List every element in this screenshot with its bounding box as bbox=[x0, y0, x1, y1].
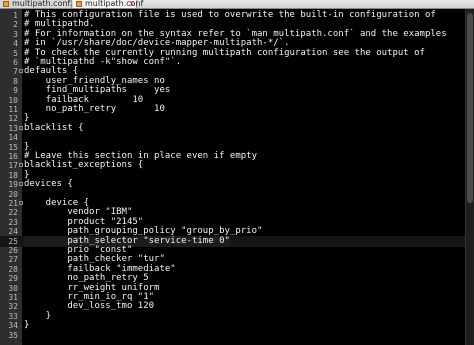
fold-toggle-icon[interactable] bbox=[19, 182, 23, 187]
fold-toggle-icon[interactable] bbox=[19, 125, 23, 130]
tab-multipath-conf-old[interactable]: multipath.conf.old bbox=[0, 0, 85, 8]
fold-toggle-icon[interactable] bbox=[19, 201, 23, 205]
vertical-scrollbar[interactable] bbox=[465, 9, 474, 345]
close-icon[interactable]: X bbox=[129, 0, 134, 8]
file-icon bbox=[3, 1, 9, 7]
line-number: 35 bbox=[8, 330, 18, 340]
code-editor[interactable]: 1 # This configuration file is used to ov… bbox=[0, 9, 474, 345]
code-line[interactable]: 35 bbox=[0, 330, 474, 341]
scrollbar-thumb[interactable] bbox=[467, 13, 473, 203]
fold-toggle-icon[interactable] bbox=[19, 163, 23, 168]
tab-multipath-conf[interactable]: multipath.conf X bbox=[73, 0, 143, 8]
fold-toggle-icon[interactable] bbox=[19, 69, 23, 74]
tab-bar: multipath.conf.old multipath.conf X bbox=[0, 0, 474, 9]
file-icon bbox=[76, 1, 82, 7]
tab-label: multipath.conf bbox=[85, 0, 144, 8]
